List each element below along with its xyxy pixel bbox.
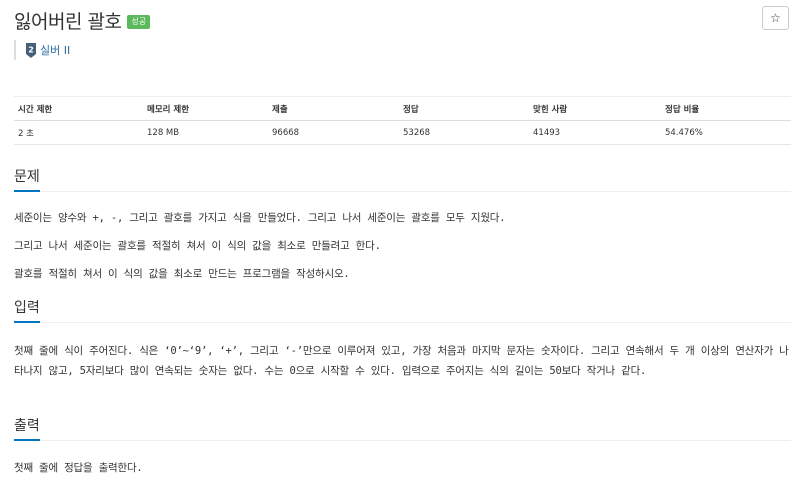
input-heading: 입력 xyxy=(14,297,40,323)
problem-title: 잃어버린 괄호 xyxy=(14,10,122,33)
output-heading: 출력 xyxy=(14,415,40,441)
header-accepted: 정답 xyxy=(399,96,529,121)
tier-info: 2 실버 II xyxy=(14,40,70,60)
input-section-header: 입력 xyxy=(14,297,791,323)
table-row: 2 초 128 MB 96668 53268 41493 54.476% xyxy=(14,120,791,145)
value-accepted: 53268 xyxy=(399,120,529,145)
tier-number: 2 xyxy=(28,45,34,54)
value-accept-ratio: 54.476% xyxy=(661,120,791,145)
status-badge: 성공 xyxy=(127,15,151,29)
description-paragraph-2: 그리고 나서 세준이는 괄호를 적절히 쳐서 이 식의 값을 최소로 만들려고 … xyxy=(14,240,381,252)
header-memory-limit: 메모리 제한 xyxy=(143,96,268,121)
silver-tier-icon: 2 xyxy=(26,42,36,58)
header-solvers: 맞힌 사람 xyxy=(529,96,661,121)
table-header-row: 시간 제한 메모리 제한 제출 정답 맞힌 사람 정답 비율 xyxy=(14,96,791,121)
value-memory-limit: 128 MB xyxy=(143,120,268,145)
input-paragraph: 첫째 줄에 식이 주어진다. 식은 ‘0’~‘9’, ‘+’, 그리고 ‘-’만… xyxy=(14,345,789,377)
description-paragraph-3: 괄호를 적절히 쳐서 이 식의 값을 최소로 만드는 프로그램을 작성하시오. xyxy=(14,268,350,280)
header-submissions: 제출 xyxy=(268,96,399,121)
title-row: 잃어버린 괄호 성공 xyxy=(14,6,151,34)
star-icon: ☆ xyxy=(770,11,781,25)
output-paragraph: 첫째 줄에 정답을 출력한다. xyxy=(14,462,143,474)
description-section-header: 문제 xyxy=(14,166,791,192)
header-time-limit: 시간 제한 xyxy=(14,96,143,121)
description-heading: 문제 xyxy=(14,166,40,192)
description-paragraph-1: 세준이는 양수와 +, -, 그리고 괄호를 가지고 식을 만들었다. 그리고 … xyxy=(14,212,506,224)
star-button[interactable]: ☆ xyxy=(762,6,789,30)
value-solvers: 41493 xyxy=(529,120,661,145)
problem-info-table: 시간 제한 메모리 제한 제출 정답 맞힌 사람 정답 비율 2 초 128 M… xyxy=(14,96,791,145)
value-time-limit: 2 초 xyxy=(14,120,143,145)
value-submissions: 96668 xyxy=(268,120,399,145)
output-section-header: 출력 xyxy=(14,415,791,441)
tier-label[interactable]: 실버 II xyxy=(40,42,70,58)
header-accept-ratio: 정답 비율 xyxy=(661,96,791,121)
